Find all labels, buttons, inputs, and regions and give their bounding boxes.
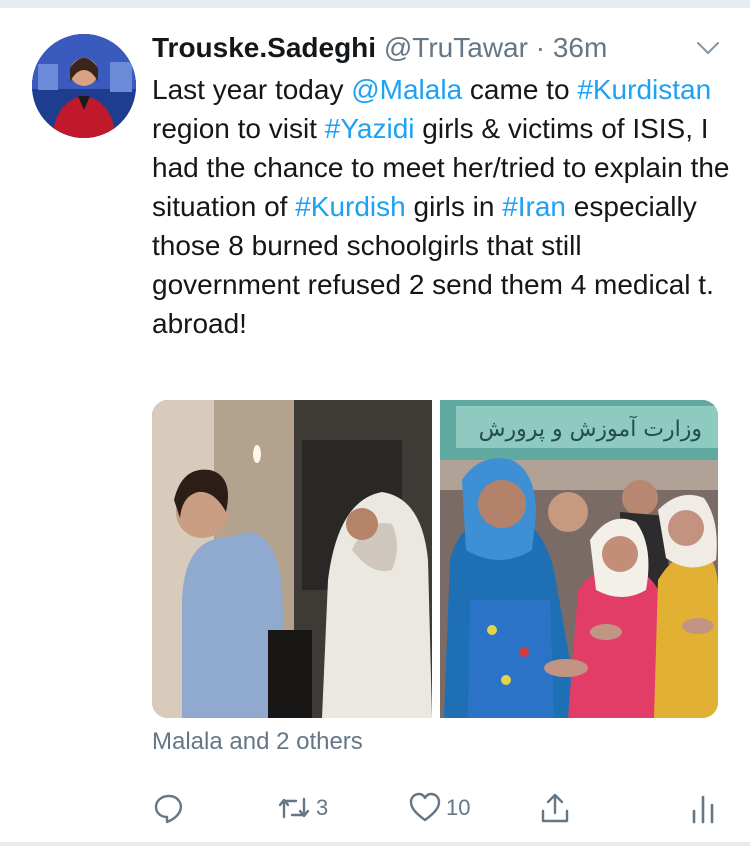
- tweet-text-segment: Last year today: [152, 74, 352, 105]
- hashtag-link[interactable]: #Iran: [502, 191, 566, 222]
- hashtag-link[interactable]: #Kurdistan: [577, 74, 711, 105]
- retweet-icon: [278, 797, 310, 819]
- hashtag-link[interactable]: #Kurdish: [295, 191, 406, 222]
- tweet-timestamp[interactable]: 36m: [553, 32, 607, 63]
- tagged-users[interactable]: Malala and 2 others: [152, 726, 363, 758]
- chevron-down-icon[interactable]: [694, 34, 722, 62]
- tweet-text-segment: came to: [462, 74, 578, 105]
- share-button[interactable]: [538, 788, 572, 828]
- analytics-button[interactable]: [686, 788, 720, 828]
- tweet-text: Last year today @Malala came to #Kurdist…: [152, 70, 732, 343]
- heart-icon: [409, 792, 441, 822]
- hashtag-link[interactable]: #Yazidi: [325, 113, 415, 144]
- tweet-text-segment: girls in: [405, 191, 503, 222]
- photo-right[interactable]: وزارت آموزش و پرورش: [440, 400, 718, 718]
- building-sign-text: وزارت آموزش و پرورش: [479, 415, 702, 442]
- tweet-actions: 3 10: [152, 788, 732, 828]
- top-divider: [0, 0, 750, 8]
- reply-button[interactable]: [152, 788, 190, 828]
- mention-link[interactable]: @Malala: [351, 74, 462, 105]
- retweet-button[interactable]: 3: [276, 788, 328, 828]
- photo-left[interactable]: [152, 400, 432, 718]
- author-handle[interactable]: @TruTawar: [384, 32, 528, 63]
- tweet-text-segment: region to visit: [152, 113, 325, 144]
- header-separator: ·: [535, 32, 546, 63]
- bottom-divider: [0, 842, 750, 846]
- author-avatar[interactable]: [32, 34, 136, 138]
- tweet-header: Trouske.Sadeghi @TruTawar · 36m: [152, 30, 712, 66]
- tweet-media[interactable]: وزارت آموزش و پرورش: [152, 400, 718, 718]
- avatar-photo: [32, 34, 136, 138]
- like-count: 10: [446, 795, 471, 820]
- like-button[interactable]: 10: [408, 788, 470, 828]
- retweet-count: 3: [316, 795, 329, 820]
- analytics-icon: [692, 795, 714, 824]
- author-display-name[interactable]: Trouske.Sadeghi: [152, 32, 376, 63]
- share-icon: [541, 793, 569, 823]
- reply-icon: [154, 794, 183, 824]
